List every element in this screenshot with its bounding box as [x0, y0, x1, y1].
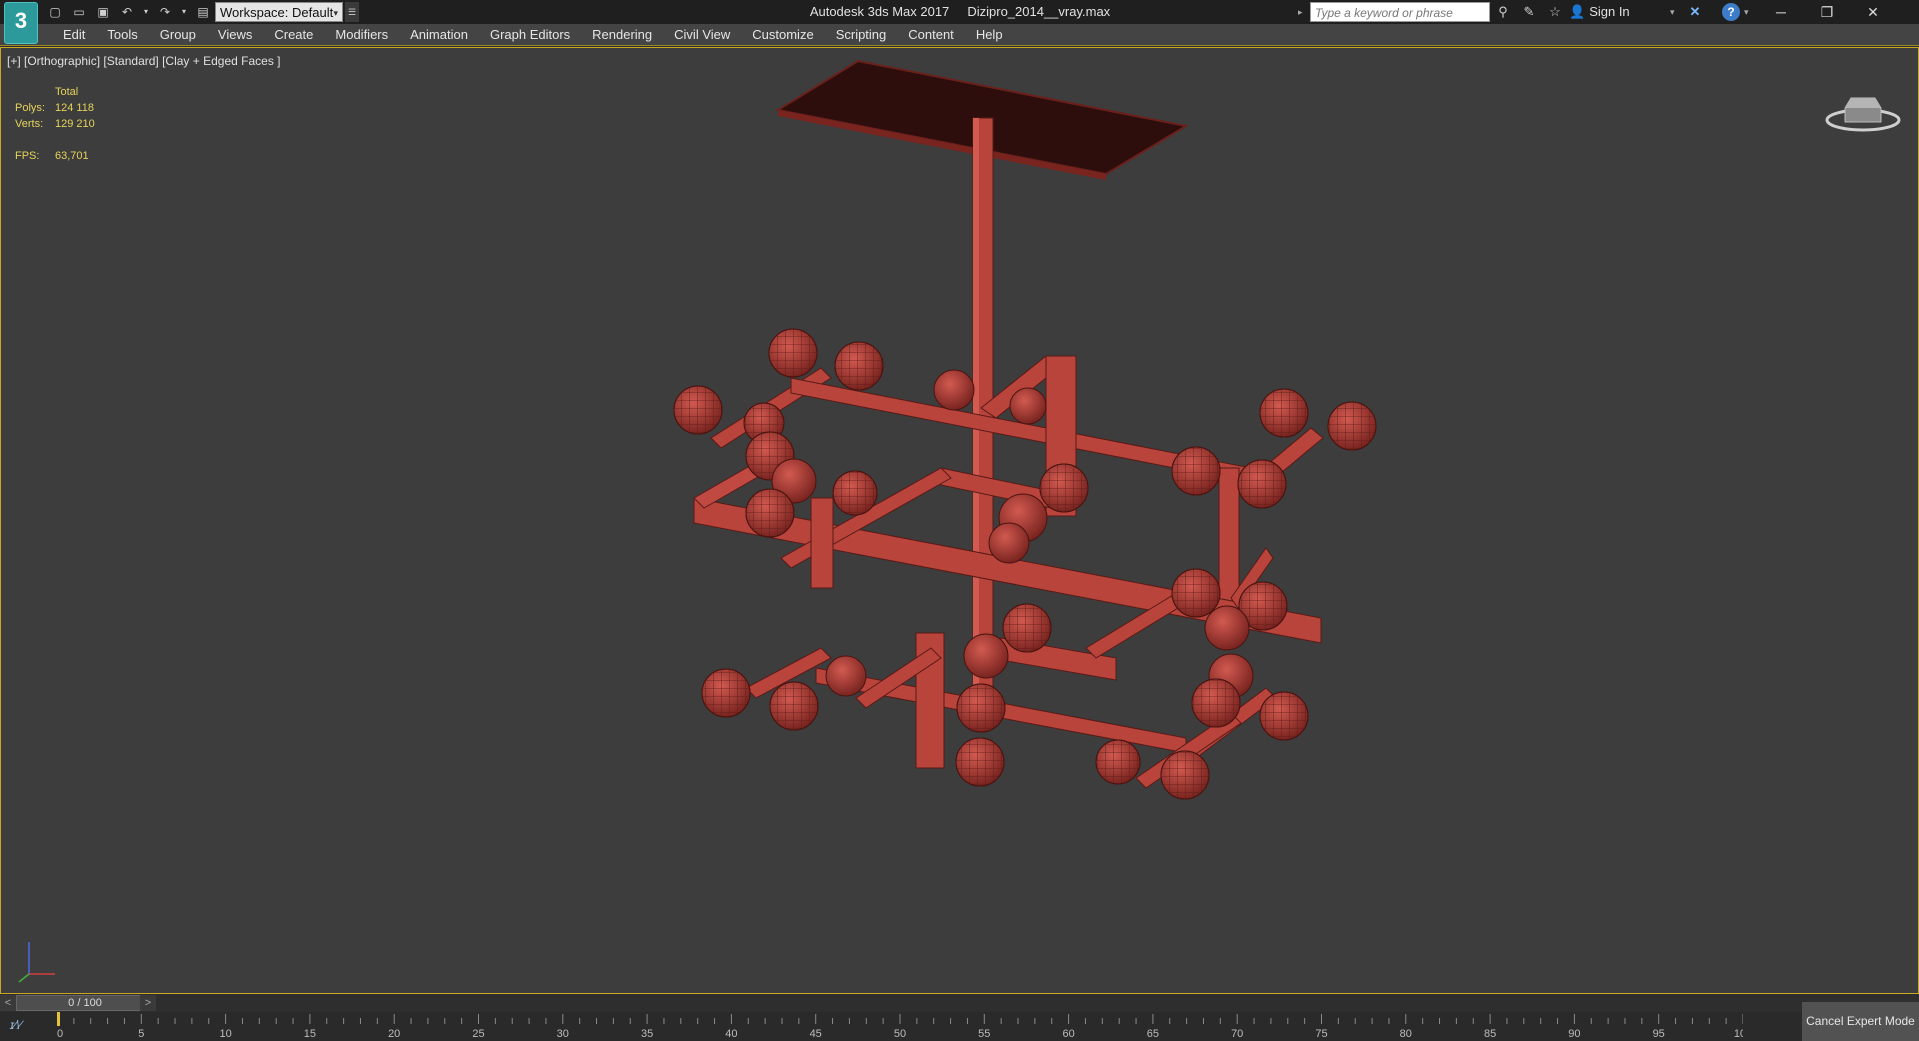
frame-tick-label: 70: [1231, 1028, 1243, 1040]
app-logo-button[interactable]: 3: [4, 2, 38, 44]
menu-civil-view[interactable]: Civil View: [663, 24, 741, 46]
stats-header: Total: [55, 86, 79, 98]
next-frame-button[interactable]: >: [140, 995, 156, 1011]
window-title: Autodesk 3ds Max 2017 Dizipro_2014__vray…: [809, 4, 1111, 19]
viewport-label-menu[interactable]: [+] [Orthographic] [Standard] [Clay + Ed…: [7, 54, 280, 68]
title-bar: ▢ ▭ ▣ ↶ ▾ ↷ ▾ ▤ Workspace: Default ▾ ☰ A…: [0, 0, 1919, 24]
polys-label: Polys:: [15, 102, 45, 114]
menu-graph-editors[interactable]: Graph Editors: [479, 24, 581, 46]
menu-content[interactable]: Content: [897, 24, 965, 46]
menu-edit[interactable]: Edit: [52, 24, 96, 46]
previous-frame-button[interactable]: <: [0, 995, 16, 1011]
cancel-expert-mode-button[interactable]: Cancel Expert Mode: [1802, 1002, 1919, 1041]
project-folder-icon[interactable]: ▤: [194, 3, 212, 21]
window-controls: ─ ❐ ✕: [1758, 0, 1896, 24]
workspace-dropdown[interactable]: Workspace: Default ▾: [215, 2, 343, 22]
time-slider-thumb[interactable]: 0 / 100: [16, 995, 154, 1011]
menu-tools[interactable]: Tools: [96, 24, 148, 46]
menu-customize[interactable]: Customize: [741, 24, 824, 46]
verts-value: 129 210: [55, 118, 95, 130]
frame-tick-label: 15: [304, 1028, 316, 1040]
minimize-button[interactable]: ─: [1758, 0, 1804, 24]
search-input[interactable]: Type a keyword or phrase: [1310, 2, 1490, 22]
help-dropdown-icon[interactable]: ▾: [1744, 2, 1749, 22]
fps-value: 63,701: [55, 150, 89, 162]
binoculars-icon[interactable]: ⚲: [1494, 3, 1512, 21]
workspace-label: Workspace: Default: [220, 5, 334, 20]
fps-label: FPS:: [15, 150, 40, 162]
scene-model-chandelier[interactable]: [1, 48, 1918, 993]
frame-tick-label: 0: [57, 1028, 63, 1040]
open-file-icon[interactable]: ▭: [70, 3, 88, 21]
menu-animation[interactable]: Animation: [399, 24, 479, 46]
frame-tick-label: 10: [219, 1028, 231, 1040]
close-button[interactable]: ✕: [1850, 0, 1896, 24]
frame-tick-label: 60: [1062, 1028, 1074, 1040]
undo-icon[interactable]: ↶: [118, 3, 136, 21]
customize-toolbar-icon[interactable]: ☰: [345, 2, 359, 22]
frame-tick-label: 80: [1400, 1028, 1412, 1040]
perspective-viewport[interactable]: [+] [Orthographic] [Standard] [Clay + Ed…: [0, 47, 1919, 994]
track-bar-ruler[interactable]: 0 5 10 15 20 25 30 35 40 45 50 55 60 65 70 75 80 85 90 95 10…: [57, 1012, 1743, 1041]
frame-tick-label: 5: [138, 1028, 144, 1040]
redo-dropdown-icon[interactable]: ▾: [180, 3, 188, 21]
frame-tick-label: 25: [472, 1028, 484, 1040]
menu-modifiers[interactable]: Modifiers: [324, 24, 399, 46]
menu-scripting[interactable]: Scripting: [825, 24, 898, 46]
menu-group[interactable]: Group: [149, 24, 207, 46]
polys-value: 124 118: [55, 102, 94, 114]
help-icon[interactable]: ?: [1722, 3, 1740, 21]
exchange-apps-icon[interactable]: ✕: [1686, 3, 1704, 21]
frame-tick-label: 30: [557, 1028, 569, 1040]
mini-curve-editor-icon[interactable]: ɪ∕\∕: [10, 1018, 22, 1032]
undo-dropdown-icon[interactable]: ▾: [142, 3, 150, 21]
menu-bar: Edit Tools Group Views Create Modifiers …: [0, 24, 1919, 46]
track-bar[interactable]: ɪ∕\∕ 0 5 10 15 20 25 30 35 40 45 50 55 60 65 70 75 80 85 9…: [0, 1012, 1800, 1041]
frame-tick-label: 35: [641, 1028, 653, 1040]
frame-tick-label: 50: [894, 1028, 906, 1040]
menu-items: Edit Tools Group Views Create Modifiers …: [52, 24, 1014, 46]
quick-access-toolbar: ▢ ▭ ▣ ↶ ▾ ↷ ▾ ▤: [46, 2, 212, 22]
verts-label: Verts:: [15, 118, 44, 130]
frame-tick-label: 85: [1484, 1028, 1496, 1040]
viewcube-icon[interactable]: [1823, 78, 1903, 138]
sign-in-label: Sign In: [1589, 4, 1630, 19]
frame-tick-label: 100: [1734, 1028, 1743, 1040]
frame-tick-label: 40: [725, 1028, 737, 1040]
save-icon[interactable]: ▣: [94, 3, 112, 21]
menu-rendering[interactable]: Rendering: [581, 24, 663, 46]
menu-views[interactable]: Views: [207, 24, 263, 46]
favorites-star-icon[interactable]: ☆: [1546, 3, 1564, 21]
infocenter-tools: ⚲ ✎ ☆: [1494, 2, 1564, 22]
sign-in-dropdown-icon[interactable]: ▾: [1670, 2, 1675, 22]
frame-tick-label: 75: [1315, 1028, 1327, 1040]
app-window: ▢ ▭ ▣ ↶ ▾ ↷ ▾ ▤ Workspace: Default ▾ ☰ A…: [0, 0, 1919, 1041]
new-file-icon[interactable]: ▢: [46, 3, 64, 21]
frame-tick-label: 45: [810, 1028, 822, 1040]
user-icon: 👤: [1569, 4, 1586, 19]
frame-tick-label: 95: [1653, 1028, 1665, 1040]
restore-button[interactable]: ❐: [1804, 0, 1850, 24]
redo-icon[interactable]: ↷: [156, 3, 174, 21]
menu-help[interactable]: Help: [965, 24, 1014, 46]
menu-create[interactable]: Create: [263, 24, 324, 46]
frame-tick-label: 55: [978, 1028, 990, 1040]
axis-tripod-icon: [18, 942, 55, 983]
frame-tick-label: 65: [1147, 1028, 1159, 1040]
communication-center-icon[interactable]: ✎: [1520, 3, 1538, 21]
time-slider[interactable]: < 0 / 100 >: [0, 994, 1919, 1012]
chevron-down-icon: ▾: [333, 8, 338, 18]
frame-tick-label: 90: [1568, 1028, 1580, 1040]
current-frame-marker[interactable]: [57, 1012, 60, 1026]
search-expand-icon[interactable]: ▸: [1298, 3, 1308, 21]
viewport-statistics: Total Polys: 124 118 Verts: 129 210 FPS: 63…: [15, 84, 115, 164]
frame-tick-label: 20: [388, 1028, 400, 1040]
sign-in-button[interactable]: 👤 Sign In: [1569, 2, 1630, 22]
